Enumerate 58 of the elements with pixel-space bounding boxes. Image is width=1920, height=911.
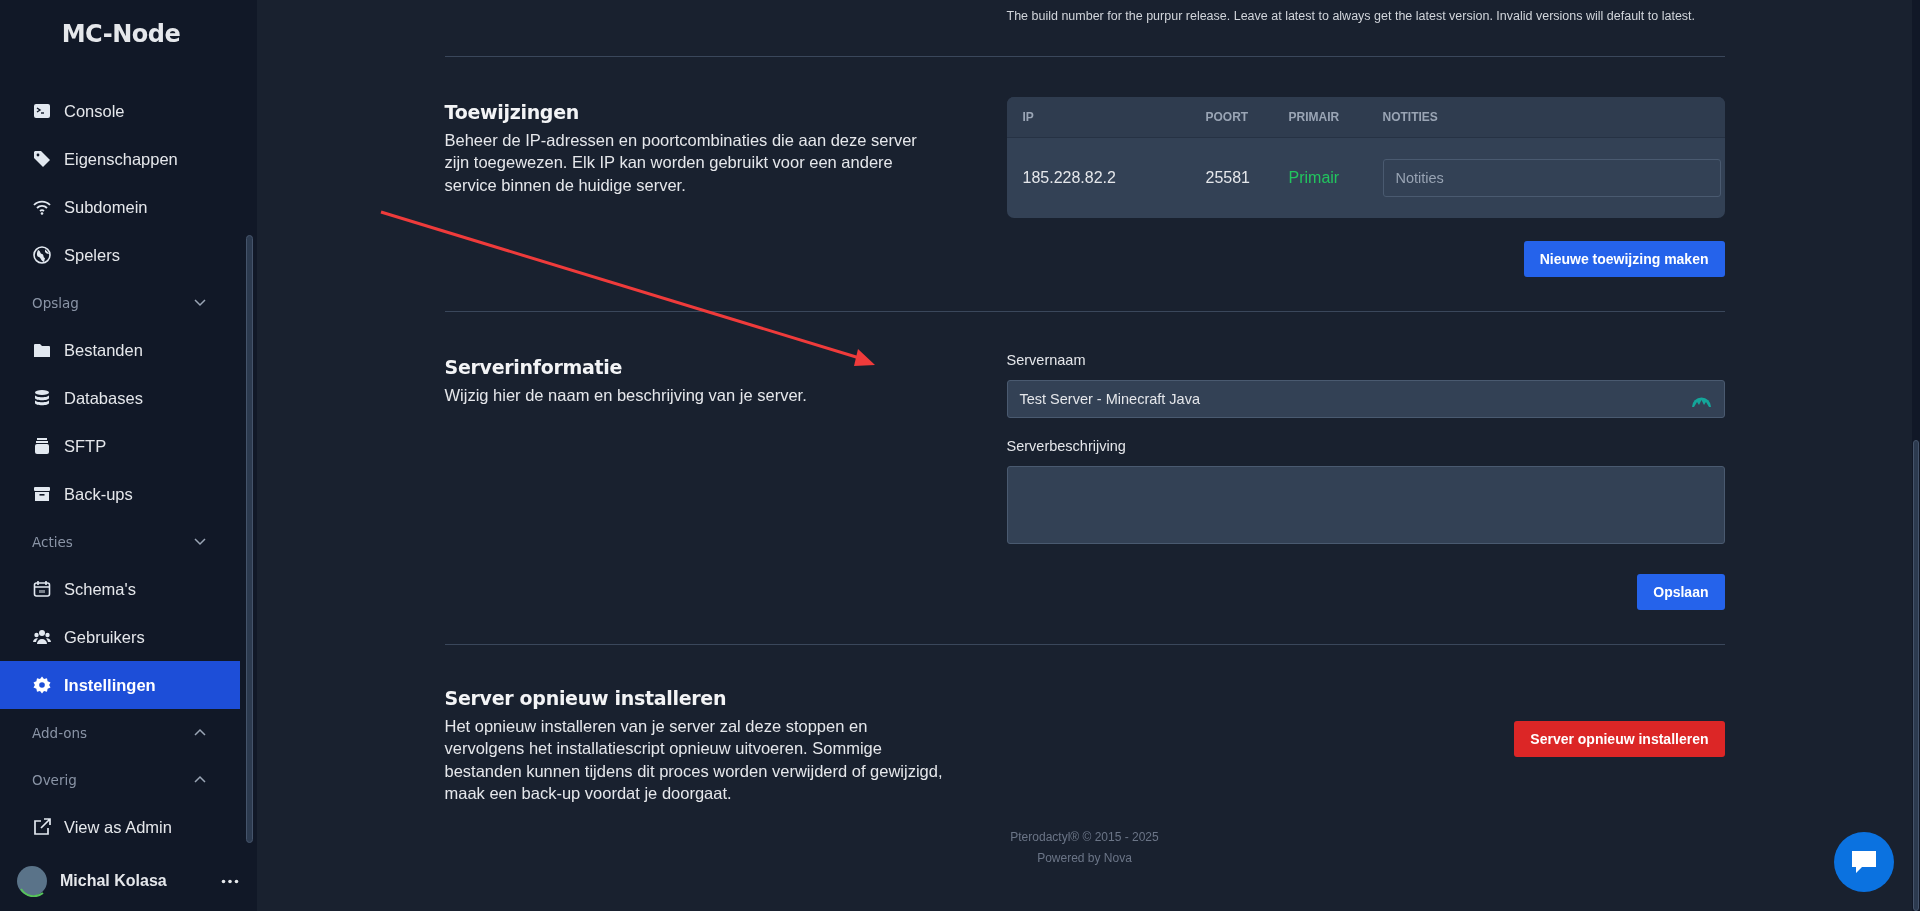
chevron-up-icon[interactable]: [193, 775, 207, 785]
chat-button[interactable]: [1834, 832, 1894, 892]
section-description: Beheer de IP-adressen en poortcombinaties die aan deze server zijn toegewezen. Elk IP kan worden gebruikt voor een andere service binnen de huidige server.: [444, 129, 918, 196]
user-name: Michal Kolasa: [60, 872, 168, 891]
settings-icon: [32, 675, 52, 696]
reinstall-button[interactable]: Server opnieuw installeren: [1514, 720, 1725, 757]
section-title: Serverinformatie: [444, 355, 624, 378]
sidebar-item[interactable]: Subdomein: [0, 183, 240, 232]
section-label: Add-ons: [32, 724, 88, 741]
help-text: The build number for the purpur release. Leave at latest to always get the latest version. Invalid versions will default to latest.: [1006, 8, 1697, 25]
sidebar-item[interactable]: Spelers: [0, 231, 240, 280]
save-button[interactable]: Opslaan: [1637, 573, 1725, 610]
description-field[interactable]: [1006, 465, 1725, 544]
stack-icon: [32, 436, 52, 457]
sidebar-item[interactable]: Databases: [0, 374, 240, 423]
logo-text: MC-Node: [61, 20, 181, 49]
calendar-icon: [32, 579, 52, 600]
table-cell-text: 185.228.82.2: [1022, 168, 1117, 187]
section-label: Overig: [32, 771, 77, 788]
primary-label: Primair: [1288, 168, 1341, 187]
scrollbar[interactable]: [246, 235, 253, 843]
column-header: IP: [1022, 109, 1035, 124]
tag-icon: [32, 149, 52, 170]
more-icon[interactable]: [221, 878, 239, 884]
avatar: [16, 865, 48, 898]
sidebar-item[interactable]: Gebruikers: [0, 613, 240, 662]
sidebar-item[interactable]: Bestanden: [0, 326, 240, 375]
section-label: Opslag: [32, 294, 79, 311]
column-header: POORT: [1205, 109, 1250, 124]
scrollbar[interactable]: [1913, 440, 1919, 911]
sidebar-item[interactable]: View as Admin: [0, 803, 240, 852]
table-cell-text: 25581: [1205, 168, 1251, 187]
new-allocation-button[interactable]: Nieuwe toewijzing maken: [1523, 240, 1725, 277]
section-title: Server opnieuw installeren: [444, 686, 728, 709]
notes-field[interactable]: Notities: [1382, 158, 1721, 197]
sidebar-item[interactable]: Console: [0, 87, 240, 136]
chevron-up-icon[interactable]: [193, 728, 207, 738]
column-header: NOTITIES: [1382, 109, 1439, 124]
section-label: Acties: [32, 533, 73, 550]
globe-icon: [32, 245, 52, 266]
column-header: PRIMAIR: [1288, 109, 1341, 124]
sidebar-item[interactable]: Instellingen: [0, 661, 240, 710]
text-field[interactable]: Test Server - Minecraft Java: [1006, 379, 1725, 418]
section-title: Toewijzingen: [444, 100, 580, 123]
section-description: Het opnieuw installeren van je server zal deze stoppen en vervolgens het installatiescript opnieuw uitvoeren. Sommige bestanden kunnen tijdens dit proces worden verwijderd of gewijzigd, maak een back-up voordat je doorgaat.: [444, 715, 944, 804]
chevron-down-icon[interactable]: [193, 537, 207, 547]
sidebar-item[interactable]: Back-ups: [0, 470, 240, 519]
chat-icon: [1850, 849, 1878, 875]
section-description: Wijzig hier de naam en beschrijving van je server.: [444, 384, 808, 406]
footer-text: Pterodactyl® © 2015 - 2025: [1010, 829, 1159, 844]
sidebar-item[interactable]: Eigenschappen: [0, 135, 240, 184]
field-label: Serverbeschrijving: [1006, 437, 1127, 454]
sidebar-item[interactable]: Schema's: [0, 565, 240, 614]
field-label: Servernaam: [1006, 351, 1087, 368]
external-link-icon: [32, 817, 52, 838]
sidebar-item[interactable]: SFTP: [0, 422, 240, 471]
footer-text: Powered by Nova: [1037, 850, 1132, 865]
chevron-down-icon[interactable]: [193, 298, 207, 308]
